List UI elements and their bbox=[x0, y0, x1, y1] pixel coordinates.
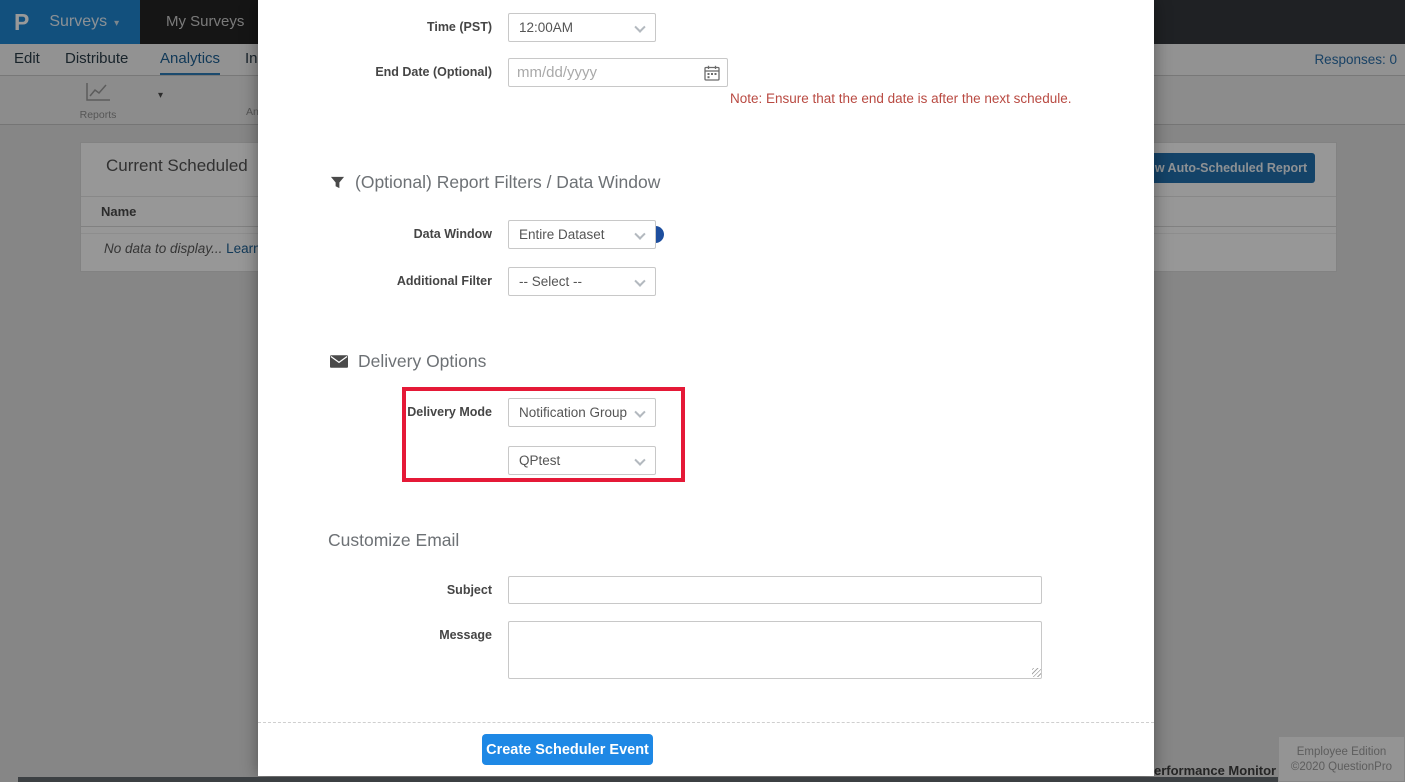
notification-group-value: QPtest bbox=[519, 453, 560, 468]
end-date-input[interactable] bbox=[508, 58, 728, 87]
time-label: Time (PST) bbox=[258, 13, 492, 42]
customize-email-heading: Customize Email bbox=[328, 530, 459, 551]
customize-email-heading-text: Customize Email bbox=[328, 530, 459, 551]
time-select-value: 12:00AM bbox=[519, 20, 573, 35]
delivery-options-heading: Delivery Options bbox=[330, 351, 486, 372]
resize-handle-icon[interactable] bbox=[1032, 668, 1041, 677]
end-date-label: End Date (Optional) bbox=[258, 58, 492, 87]
end-date-note: Note: Ensure that the end date is after … bbox=[730, 91, 1071, 106]
additional-filter-value: -- Select -- bbox=[519, 274, 582, 289]
create-scheduler-event-button[interactable]: Create Scheduler Event bbox=[482, 734, 653, 765]
envelope-icon bbox=[330, 355, 348, 368]
message-label: Message bbox=[258, 621, 492, 650]
additional-filter-label: Additional Filter bbox=[258, 267, 492, 296]
divider bbox=[258, 722, 1154, 723]
chevron-down-icon bbox=[634, 455, 645, 466]
data-window-label: Data Window bbox=[258, 220, 492, 249]
delivery-options-heading-text: Delivery Options bbox=[358, 351, 486, 372]
delivery-mode-select[interactable]: Notification Group bbox=[508, 398, 656, 427]
chevron-down-icon bbox=[634, 229, 645, 240]
help-dot-icon[interactable] bbox=[655, 226, 664, 243]
chevron-down-icon bbox=[634, 276, 645, 287]
additional-filter-select[interactable]: -- Select -- bbox=[508, 267, 656, 296]
data-window-select[interactable]: Entire Dataset bbox=[508, 220, 656, 249]
notification-group-select[interactable]: QPtest bbox=[508, 446, 656, 475]
message-textarea[interactable] bbox=[508, 621, 1042, 679]
data-window-value: Entire Dataset bbox=[519, 227, 605, 242]
bottom-bar bbox=[18, 777, 1278, 782]
report-filters-heading: (Optional) Report Filters / Data Window bbox=[330, 172, 660, 193]
subject-input[interactable] bbox=[508, 576, 1042, 604]
time-select[interactable]: 12:00AM bbox=[508, 13, 656, 42]
screen: P Surveys ▾ My Surveys Upgrade Now ? 1 R… bbox=[0, 0, 1405, 782]
subject-label: Subject bbox=[258, 576, 492, 605]
filter-funnel-icon bbox=[330, 175, 345, 190]
delivery-mode-value: Notification Group bbox=[519, 405, 627, 420]
scheduler-modal: Time (PST) 12:00AM End Date (Optional) N… bbox=[258, 0, 1154, 776]
report-filters-heading-text: (Optional) Report Filters / Data Window bbox=[355, 172, 660, 193]
delivery-mode-label: Delivery Mode bbox=[258, 398, 492, 427]
calendar-icon[interactable] bbox=[704, 65, 720, 81]
chevron-down-icon bbox=[634, 407, 645, 418]
chevron-down-icon bbox=[634, 22, 645, 33]
